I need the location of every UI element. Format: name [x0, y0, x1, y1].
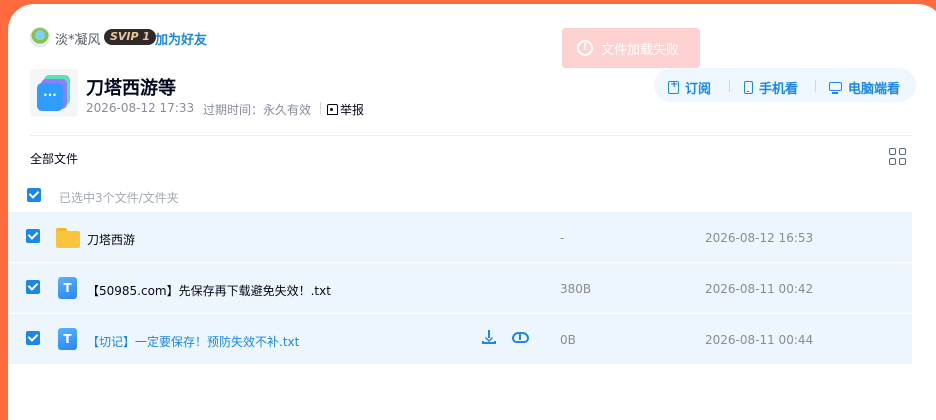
report-label: 举报	[340, 103, 365, 117]
row-checkbox[interactable]	[26, 331, 40, 345]
alert-circle-icon: !	[577, 40, 593, 56]
share-date: 2026-08-12 17:33	[86, 101, 195, 115]
toast-text: 文件加载失败	[601, 42, 680, 58]
header-divider	[30, 135, 912, 136]
row-checkbox[interactable]	[26, 280, 40, 294]
expire-label: 过期时间：	[203, 103, 264, 117]
action-divider	[815, 80, 816, 92]
select-all-checkbox[interactable]	[27, 188, 41, 202]
report-button[interactable]: 举报	[327, 101, 364, 118]
file-size: 380B	[560, 282, 592, 296]
report-icon	[327, 104, 338, 115]
txt-file-icon: T	[58, 328, 77, 350]
subscribe-icon	[668, 79, 679, 94]
file-date: 2026-08-12 16:53	[705, 231, 814, 245]
file-name[interactable]: 【50985.com】先保存再下载避免失效！.txt	[87, 282, 331, 299]
file-date: 2026-08-11 00:42	[705, 282, 814, 296]
file-name[interactable]: 【切记】一定要保存！预防失效不补.txt	[87, 333, 299, 350]
error-toast: ! 文件加载失败	[562, 28, 700, 68]
pc-view-button[interactable]: 电脑端看	[829, 78, 900, 97]
row-checkbox[interactable]	[26, 229, 40, 243]
save-to-cloud-icon[interactable]	[512, 330, 530, 344]
vip-badge: SVIP 1	[104, 29, 157, 45]
grid-view-icon[interactable]	[889, 148, 906, 165]
multi-file-icon: ···	[37, 83, 63, 111]
phone-view-button[interactable]: 手机看	[744, 78, 798, 97]
phone-view-label: 手机看	[759, 82, 799, 97]
pc-view-label: 电脑端看	[848, 82, 901, 97]
download-icon[interactable]	[482, 330, 498, 346]
file-size: 0B	[560, 333, 576, 347]
sharer-avatar[interactable]	[30, 27, 50, 47]
breadcrumb-all-files[interactable]: 全部文件	[30, 150, 78, 167]
expire-value: 永久有效	[263, 103, 312, 117]
selected-count: 已选中3个文件/文件夹	[59, 191, 179, 205]
file-date: 2026-08-11 00:44	[705, 333, 814, 347]
file-size: -	[560, 231, 565, 245]
sharer-name[interactable]: 淡*凝风	[55, 29, 101, 48]
txt-file-icon: T	[58, 277, 77, 299]
file-name[interactable]: 刀塔西游	[87, 231, 135, 248]
meta-divider	[320, 102, 321, 114]
monitor-icon	[829, 81, 842, 94]
phone-icon	[744, 81, 753, 94]
subscribe-label: 订阅	[685, 82, 712, 97]
add-friend-link[interactable]: 加为好友	[155, 29, 207, 48]
action-divider	[729, 80, 730, 92]
subscribe-button[interactable]: 订阅	[668, 78, 711, 97]
folder-icon	[56, 228, 80, 248]
share-title: 刀塔西游等	[86, 78, 176, 99]
